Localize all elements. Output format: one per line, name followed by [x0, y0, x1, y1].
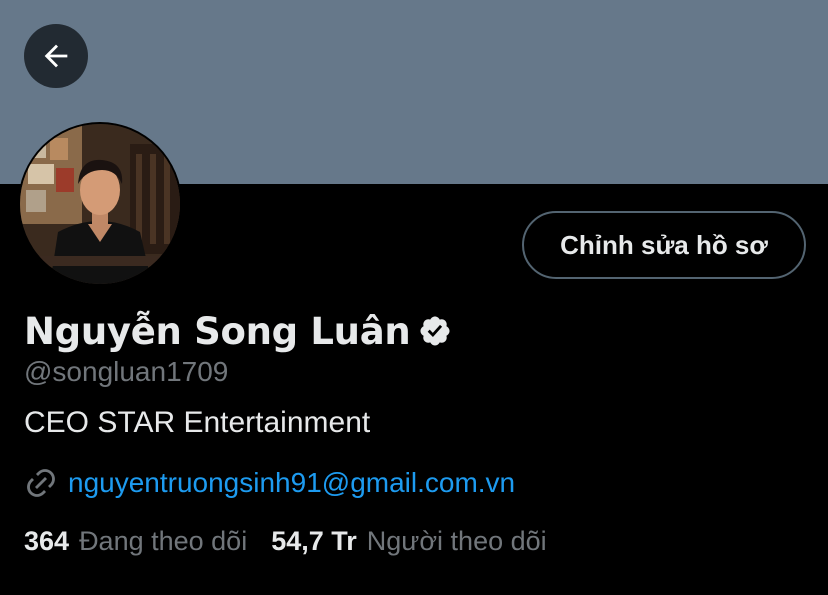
followers-count: 54,7 Tr	[271, 526, 357, 556]
avatar-photo	[20, 124, 180, 284]
profile-name-row: Nguyễn Song Luân	[24, 306, 452, 356]
profile-link[interactable]: nguyentruongsinh91@gmail.com.vn	[68, 467, 515, 499]
arrow-left-icon	[44, 44, 68, 68]
avatar[interactable]	[20, 124, 180, 284]
edit-profile-button[interactable]: Chỉnh sửa hồ sơ	[522, 211, 806, 279]
following-stat[interactable]: 364 Đang theo dõi	[24, 526, 247, 557]
link-icon	[27, 469, 55, 497]
profile-handle: @songluan1709	[24, 356, 229, 387]
following-label: Đang theo dõi	[79, 526, 248, 556]
profile-name: Nguyễn Song Luân	[24, 309, 411, 353]
following-count: 364	[24, 526, 70, 556]
back-button[interactable]	[24, 24, 88, 88]
followers-stat[interactable]: 54,7 Tr Người theo dõi	[271, 526, 546, 557]
verified-badge-icon[interactable]	[418, 314, 452, 348]
profile-bio: CEO STAR Entertainment	[24, 406, 371, 439]
followers-label: Người theo dõi	[366, 526, 547, 556]
profile-stats: 364 Đang theo dõi 54,7 Tr Người theo dõi	[24, 526, 571, 557]
profile-link-row: nguyentruongsinh91@gmail.com.vn	[24, 466, 515, 500]
